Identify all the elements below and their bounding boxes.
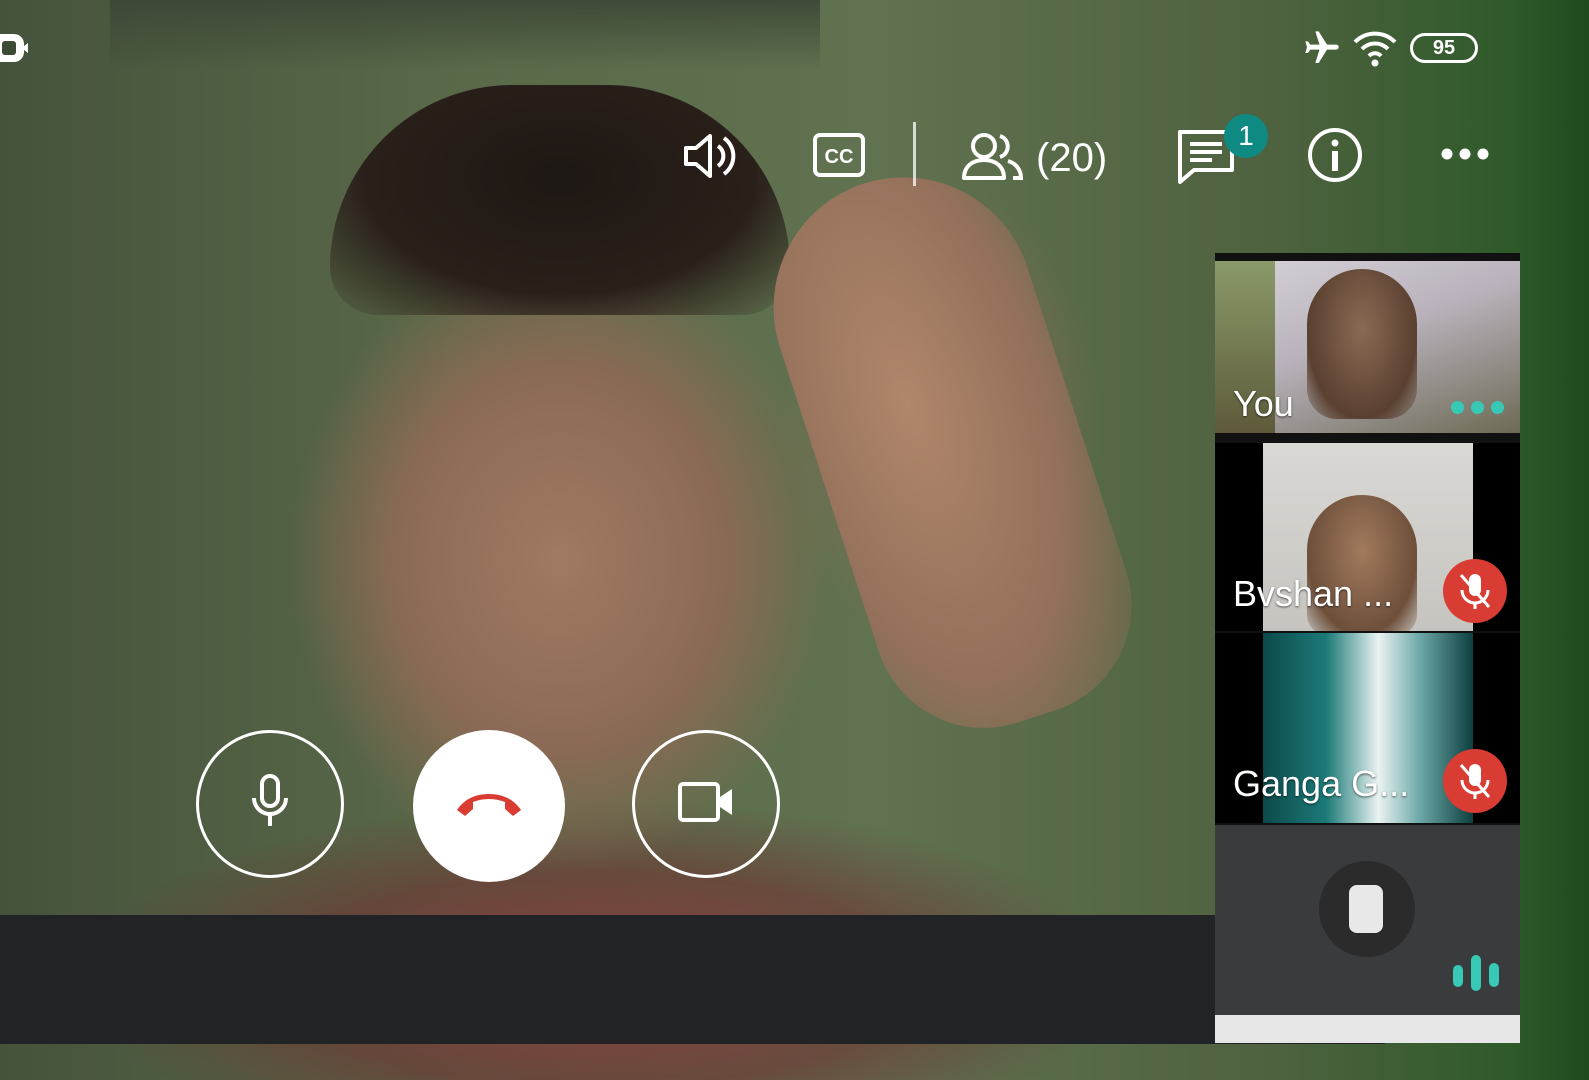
captions-icon[interactable]: CC: [812, 132, 866, 178]
participant-tile-bvshan[interactable]: Bvshan ...: [1215, 443, 1520, 631]
people-icon[interactable]: [960, 130, 1026, 182]
participant-tile-you[interactable]: You: [1215, 261, 1520, 433]
video-background-light: [110, 0, 820, 70]
toolbar-divider: [913, 122, 916, 186]
camera-button[interactable]: [632, 730, 780, 878]
speaker-icon[interactable]: [680, 128, 740, 184]
speaking-dots-icon: [1451, 401, 1504, 414]
participant-name: Bvshan ...: [1233, 573, 1394, 614]
end-call-icon: [453, 788, 525, 825]
meet-notification-icon: [0, 30, 28, 71]
participant-name: You: [1233, 383, 1294, 424]
microphone-button[interactable]: [196, 730, 344, 878]
wifi-icon: [1352, 26, 1398, 75]
speaker-hand: [739, 143, 1161, 757]
svg-text:CC: CC: [825, 146, 854, 168]
participants-count[interactable]: (20): [1036, 136, 1107, 181]
participant-name: Ganga G...: [1233, 763, 1410, 804]
audio-bars-icon: [1451, 953, 1503, 998]
avatar: [1319, 861, 1415, 957]
main-video-feed: 95 CC (20) 1 You Bvshan ... Ganga G...: [0, 0, 1589, 1080]
airplane-icon: [1302, 28, 1342, 73]
more-icon[interactable]: [1440, 142, 1490, 166]
speaker-silhouette: [330, 85, 790, 315]
battery-level: 95: [1432, 36, 1456, 59]
camera-icon: [676, 779, 736, 830]
microphone-icon: [248, 772, 292, 837]
participant-silhouette: [1307, 269, 1417, 419]
participant-filmstrip: You Bvshan ... Ganga G...: [1215, 253, 1520, 1043]
participant-tile-4[interactable]: [1215, 825, 1520, 1043]
bottom-sheet: [0, 915, 1390, 1044]
muted-mic-icon: [1443, 559, 1507, 623]
info-icon[interactable]: [1306, 126, 1364, 184]
participant-tile-ganga[interactable]: Ganga G...: [1215, 633, 1520, 823]
battery-icon: 95: [1410, 33, 1478, 63]
end-call-button[interactable]: [413, 730, 565, 882]
avatar-figure: [1349, 885, 1383, 933]
muted-mic-icon: [1443, 749, 1507, 813]
tile-bottom-strip: [1215, 1015, 1520, 1043]
chat-unread-badge: 1: [1224, 114, 1268, 158]
